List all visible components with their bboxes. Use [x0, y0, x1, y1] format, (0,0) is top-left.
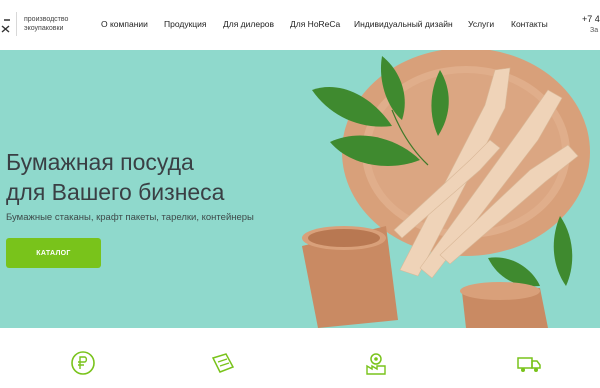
logo-divider: [16, 12, 17, 36]
factory-gear-icon: [366, 353, 386, 375]
nav-item-horeca[interactable]: Для HoReCa: [290, 19, 340, 29]
nav-item-services[interactable]: Услуги: [468, 19, 494, 29]
hero-subtitle: Бумажные стаканы, крафт пакеты, тарелки,…: [6, 212, 254, 223]
catalog-button[interactable]: КАТАЛОГ: [6, 238, 101, 268]
nav-item-custom-design[interactable]: Индивидуальный дизайн: [354, 19, 453, 29]
phone-number[interactable]: +7 4: [582, 14, 600, 24]
nav-item-products[interactable]: Продукция: [164, 19, 207, 29]
tagline-line-2: экоупаковки: [24, 25, 64, 32]
hero-banner: Бумажная посуда для Вашего бизнеса Бумаж…: [0, 50, 600, 328]
logo-tagline: производство экоупаковки: [24, 15, 94, 33]
tagline-line-1: производство: [24, 16, 69, 23]
feature-item: [478, 350, 578, 388]
ruble-coin-icon: [71, 351, 95, 375]
delivery-truck-icon: [517, 357, 541, 372]
feature-item: [32, 350, 132, 388]
feature-item: [325, 350, 425, 388]
nav-item-dealers[interactable]: Для дилеров: [223, 19, 274, 29]
feature-item: [172, 350, 272, 388]
hero-title: Бумажная посуда для Вашего бизнеса: [6, 147, 224, 207]
hero-title-line-2: для Вашего бизнеса: [6, 179, 225, 205]
site-header: производство экоупаковки О компании Прод…: [0, 0, 600, 50]
wallet-pencil-icon: [211, 353, 235, 373]
hero-title-line-1: Бумажная посуда: [6, 149, 194, 175]
features-strip: [0, 328, 600, 388]
nav-item-contacts[interactable]: Контакты: [511, 19, 548, 29]
callback-link[interactable]: За: [590, 27, 598, 34]
nav-item-about[interactable]: О компании: [101, 19, 148, 29]
